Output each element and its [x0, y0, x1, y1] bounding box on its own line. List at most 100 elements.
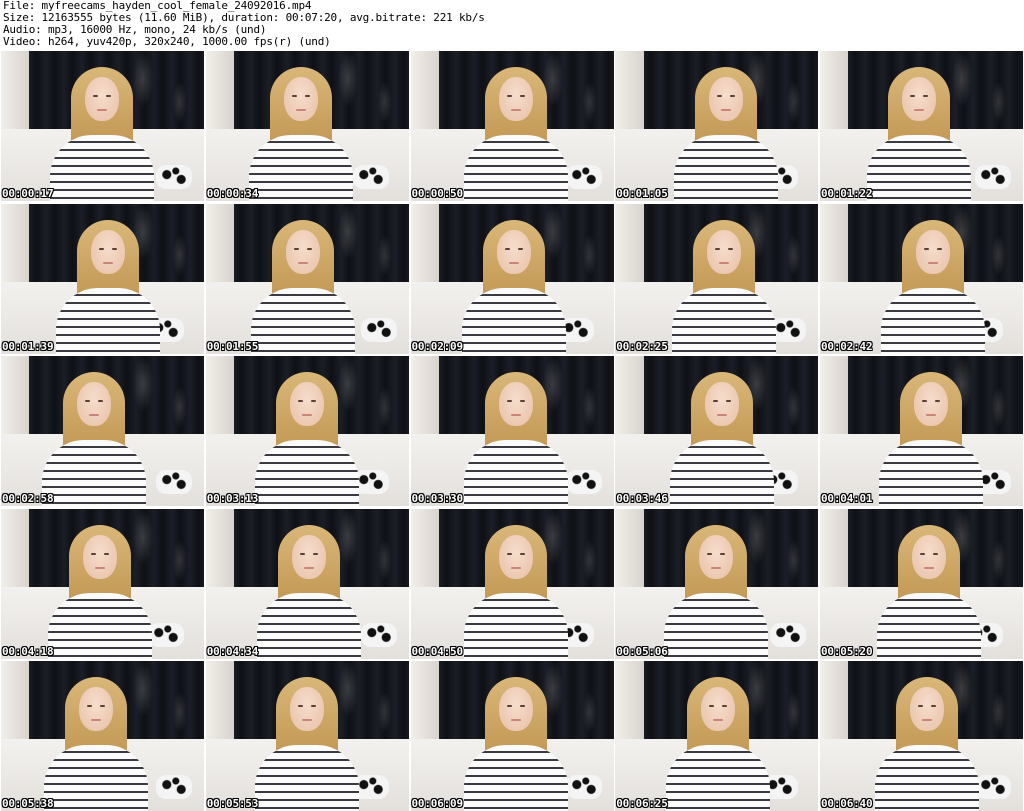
thumbnail-person-striped-top: [881, 287, 985, 354]
thumbnail-person-face: [285, 229, 320, 274]
thumbnail-person-striped-top: [48, 592, 152, 659]
thumbnail-person-eye: [99, 247, 104, 250]
thumbnail-timestamp: 00:04:01: [821, 492, 873, 505]
thumbnail-person-face: [707, 229, 742, 274]
thumbnail-person-face: [83, 534, 117, 579]
thumbnail-timestamp: 00:06:09: [411, 797, 464, 810]
thumbnail-person-face: [283, 77, 318, 121]
thumbnail-grid: 00:00:17 00:00:34 00:00:50 00:01:05 00:01:22…: [1, 51, 1023, 811]
thumbnail-person-eye: [291, 95, 297, 97]
thumbnail-person-face: [498, 382, 533, 426]
thumbnail-cushion: [156, 165, 192, 189]
thumbnail-person-mouth: [95, 566, 105, 569]
thumbnail-person-eye: [504, 247, 510, 250]
thumbnail-timestamp: 00:06:40: [821, 797, 873, 810]
thumbnail-person-eye: [717, 95, 723, 97]
thumbnail-cushion: [565, 470, 602, 494]
thumbnail-person-eye: [910, 95, 915, 97]
video-thumbnail: 00:06:25: [615, 661, 819, 811]
thumbnail-timestamp: 00:05:53: [206, 797, 259, 810]
thumbnail-person-striped-top: [254, 745, 359, 811]
thumbnail-timestamp: 00:05:38: [2, 797, 54, 810]
thumbnail-person-eye: [104, 552, 109, 555]
thumbnail-person-face: [291, 534, 326, 579]
thumbnail-person-mouth: [295, 109, 306, 111]
thumbnail-timestamp: 00:00:17: [2, 187, 54, 200]
thumbnail-person-striped-top: [877, 592, 981, 659]
video-thumbnail: 00:05:20: [820, 508, 1023, 659]
thumbnail-cushion: [352, 165, 389, 189]
video-thumbnail: 00:06:40: [820, 661, 1023, 811]
thumbnail-person-mouth: [97, 109, 107, 111]
thumbnail-timestamp: 00:04:18: [2, 644, 54, 658]
thumbnail-person-eye: [923, 95, 928, 97]
thumbnail-person-mouth: [89, 414, 99, 416]
thumbnail-timestamp: 00:04:34: [206, 644, 259, 658]
thumbnail-person-eye: [98, 400, 103, 402]
thumbnail-person-eye: [937, 247, 942, 250]
thumbnail-person-face: [496, 229, 531, 274]
thumbnail-person-eye: [726, 400, 732, 402]
thumbnail-person-mouth: [719, 261, 730, 264]
thumbnail-person-mouth: [928, 261, 938, 264]
thumbnail-timestamp: 00:06:25: [616, 797, 668, 810]
video-info-line: Video: h264, yuv420p, 320x240, 1000.00 f…: [3, 35, 331, 48]
thumbnail-cushion: [770, 622, 807, 647]
video-thumbnail: 00:04:50: [410, 508, 614, 659]
thumbnail-person-eye: [730, 95, 736, 97]
thumbnail-timestamp: 00:05:20: [821, 644, 873, 658]
thumbnail-cushion: [360, 622, 397, 647]
thumbnail-person-mouth: [924, 566, 934, 569]
thumbnail-person-striped-top: [670, 440, 775, 506]
thumbnail-timestamp: 00:02:09: [411, 339, 464, 353]
video-thumbnail: 00:01:05: [615, 51, 819, 201]
thumbnail-person-eye: [299, 552, 305, 555]
thumbnail-person-striped-top: [666, 745, 771, 811]
thumbnail-person-striped-top: [672, 287, 777, 354]
thumbnail-timestamp: 00:03:30: [411, 492, 464, 505]
thumbnail-person-eye: [935, 400, 940, 402]
thumbnail-cushion: [156, 775, 192, 799]
thumbnail-timestamp: 00:05:06: [616, 644, 668, 658]
thumbnail-timestamp: 00:02:42: [821, 339, 873, 353]
thumbnail-person-eye: [112, 247, 117, 250]
thumbnail-person-striped-top: [50, 135, 154, 201]
thumbnail-person-eye: [519, 705, 525, 707]
thumbnail-person-striped-top: [250, 287, 355, 354]
thumbnail-person-eye: [310, 400, 316, 402]
thumbnail-person-face: [914, 382, 948, 426]
thumbnail-person-eye: [506, 552, 512, 555]
thumbnail-person-eye: [519, 95, 525, 97]
thumbnail-person-eye: [91, 552, 96, 555]
video-thumbnail: 00:01:22: [820, 51, 1023, 201]
thumbnail-person-eye: [722, 705, 728, 707]
thumbnail-person-eye: [920, 552, 925, 555]
thumbnail-person-striped-top: [254, 440, 359, 506]
thumbnail-person-eye: [306, 247, 312, 250]
video-thumbnail: 00:04:18: [1, 508, 204, 659]
thumbnail-person-eye: [312, 552, 318, 555]
thumbnail-person-eye: [720, 552, 726, 555]
thumbnail-timestamp: 00:01:55: [206, 339, 259, 353]
thumbnail-person-eye: [519, 552, 525, 555]
thumbnail-cushion: [565, 775, 602, 799]
video-thumbnail: 00:02:09: [410, 203, 614, 354]
thumbnail-person-eye: [87, 705, 92, 707]
video-thumbnail: 00:05:53: [205, 661, 409, 811]
thumbnail-person-eye: [517, 247, 523, 250]
thumbnail-person-striped-top: [461, 287, 566, 354]
thumbnail-person-eye: [931, 705, 936, 707]
thumbnail-timestamp: 00:03:46: [616, 492, 668, 505]
thumbnail-person-eye: [506, 95, 512, 97]
thumbnail-person-face: [498, 687, 533, 731]
video-thumbnail: 00:05:38: [1, 661, 204, 811]
thumbnail-person-striped-top: [463, 135, 568, 201]
thumbnail-person-striped-top: [42, 440, 146, 506]
thumbnail-person-striped-top: [867, 135, 971, 201]
thumbnail-timestamp: 00:02:58: [2, 492, 54, 505]
thumbnail-person-striped-top: [664, 592, 769, 659]
thumbnail-person-mouth: [914, 109, 924, 111]
thumbnail-person-mouth: [926, 414, 936, 416]
thumbnail-person-eye: [713, 400, 719, 402]
thumbnail-person-face: [705, 382, 740, 426]
